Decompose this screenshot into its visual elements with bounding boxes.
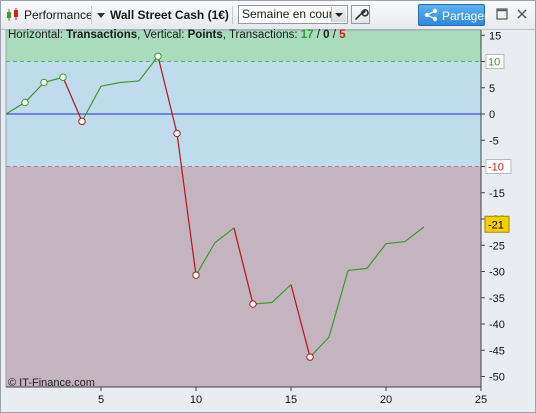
chart-info-line: Horizontal: Transactions, Vertical: Poin… [8,29,346,43]
loss-point-marker [173,129,181,138]
y-tick-label: -50 [489,372,505,384]
close-icon[interactable] [515,7,529,21]
chevron-down-icon [97,12,105,18]
performance-chart: 151050-5-10-15-20-25-30-35-40-45-5051015… [5,29,512,406]
y-tick-label: -30 [489,267,505,279]
x-tick-label: 15 [285,394,297,406]
x-tick-label: 20 [380,394,392,406]
toolbar-divider [232,6,233,24]
horizontal-axis-name: Transactions [66,29,138,41]
y-tick-label: 15 [489,30,501,42]
candlestick-icon[interactable] [5,1,21,29]
gain-point-marker [40,78,48,87]
share-button[interactable]: Partager [418,4,489,26]
y-tick-label: -45 [489,345,505,357]
loss-point-marker [306,353,314,361]
x-tick-label: 10 [190,394,202,406]
app-menu-label[interactable]: Performance [24,1,93,29]
loss-point-marker [192,271,200,279]
transactions-total: 17 [300,29,314,41]
y-tick-label: -15 [489,188,505,200]
share-icon [424,8,438,25]
x-tick-label: 5 [98,394,104,406]
gain-point-marker [21,98,29,107]
x-tick-label: 25 [475,394,487,406]
share-label: Partager [442,9,489,23]
y-tick-label: -5 [489,135,499,147]
chevron-down-icon[interactable] [331,7,346,22]
current-value-label: -21 [488,219,504,231]
count-separator: / [329,29,340,41]
gain-point-marker [154,52,162,60]
zone-lower [6,166,481,387]
y-tick-label: 5 [489,83,495,95]
wrench-icon[interactable] [351,5,370,24]
loss-point-marker [78,117,86,126]
info-tail: , Transactions: [222,29,301,41]
copyright-notice: © IT-Finance.com [8,377,95,389]
threshold-label: 10 [488,57,500,69]
period-select[interactable]: Semaine en cours [238,5,348,24]
maximize-icon[interactable] [495,7,509,21]
transactions-losing: 5 [339,29,346,41]
threshold-label: -10 [488,162,504,174]
y-tick-label: -40 [489,319,505,331]
performance-window: Performance Wall Street Cash (1€) Semain… [0,0,536,413]
gain-point-marker [59,73,67,81]
period-value: Semaine en cours [242,7,339,21]
y-tick-label: -25 [489,240,505,252]
y-tick-label: 0 [489,109,495,121]
count-separator: / [313,29,324,41]
toolbar-divider [91,6,92,24]
loss-point-marker [249,300,257,308]
info-mid: , Vertical: [137,29,188,41]
instrument-label: Wall Street Cash (1€) [110,8,229,22]
info-prefix: Horizontal: [8,29,67,41]
toolbar: Performance Wall Street Cash (1€) Semain… [1,1,535,30]
y-tick-label: -35 [489,293,505,305]
instrument-selector[interactable]: Wall Street Cash (1€) [97,1,229,29]
vertical-axis-name: Points [187,29,223,41]
